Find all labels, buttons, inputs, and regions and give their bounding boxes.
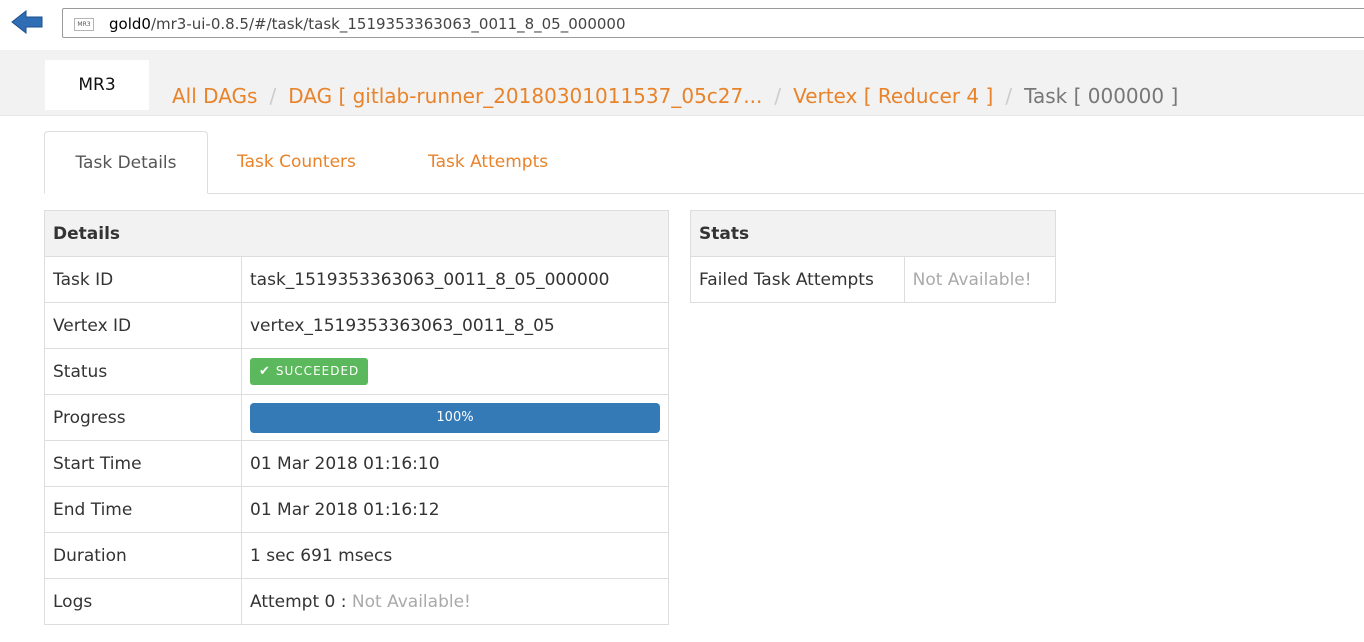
breadcrumb-separator: / — [269, 84, 277, 108]
table-row: Task ID task_1519353363063_0011_8_05_000… — [44, 256, 669, 303]
status-label: Status — [44, 348, 242, 395]
status-text: SUCCEEDED — [275, 364, 360, 378]
status-badge: ✔ SUCCEEDED — [250, 358, 369, 385]
end-time-label: End Time — [44, 486, 242, 533]
vertex-id-label: Vertex ID — [44, 302, 242, 349]
check-icon: ✔ — [259, 364, 271, 379]
tab-task-counters[interactable]: Task Counters — [237, 131, 356, 193]
breadcrumb-separator: / — [1005, 84, 1013, 108]
table-row: Duration 1 sec 691 msecs — [44, 532, 669, 579]
back-arrow-icon[interactable] — [10, 9, 44, 35]
table-row: End Time 01 Mar 2018 01:16:12 — [44, 486, 669, 533]
url-path: /mr3-ui-0.8.5/#/task/task_1519353363063_… — [150, 15, 626, 33]
url-text[interactable]: gold0/mr3-ui-0.8.5/#/task/task_151935336… — [109, 15, 626, 33]
failed-attempts-label: Failed Task Attempts — [690, 256, 905, 303]
start-time-label: Start Time — [44, 440, 242, 487]
breadcrumb-separator: / — [774, 84, 782, 108]
table-row: Progress 100% — [44, 394, 669, 441]
task-id-value: task_1519353363063_0011_8_05_000000 — [241, 256, 669, 303]
breadcrumb-task: Task [ 000000 ] — [1024, 84, 1179, 108]
breadcrumb-vertex[interactable]: Vertex [ Reducer 4 ] — [793, 84, 993, 108]
duration-value: 1 sec 691 msecs — [241, 532, 669, 579]
vertex-id-value: vertex_1519353363063_0011_8_05 — [241, 302, 669, 349]
details-heading: Details — [44, 210, 669, 257]
progress-label: Progress — [44, 394, 242, 441]
table-row: Failed Task Attempts Not Available! — [690, 256, 1057, 303]
tab-task-details[interactable]: Task Details — [44, 131, 208, 194]
start-time-value: 01 Mar 2018 01:16:10 — [241, 440, 669, 487]
stats-table: Stats Failed Task Attempts Not Available… — [690, 210, 1057, 303]
duration-label: Duration — [44, 532, 242, 579]
progress-bar: 100% — [250, 402, 660, 433]
table-row: Vertex ID vertex_1519353363063_0011_8_05 — [44, 302, 669, 349]
table-row: Start Time 01 Mar 2018 01:16:10 — [44, 440, 669, 487]
tab-task-attempts[interactable]: Task Attempts — [428, 131, 548, 193]
logs-not-available: Not Available! — [351, 591, 471, 612]
app-logo[interactable]: MR3 — [45, 60, 149, 110]
failed-attempts-value: Not Available! — [903, 256, 1057, 303]
breadcrumb-dag[interactable]: DAG [ gitlab-runner_20180301011537_05c27… — [288, 84, 762, 108]
stats-heading: Stats — [690, 210, 1056, 257]
logs-value-cell: Attempt 0 : Not Available! — [241, 578, 669, 625]
task-id-label: Task ID — [44, 256, 242, 303]
url-host: gold0 — [109, 15, 151, 33]
table-row: Status ✔ SUCCEEDED — [44, 348, 669, 395]
end-time-value: 01 Mar 2018 01:16:12 — [241, 486, 669, 533]
details-table: Details Task ID task_1519353363063_0011_… — [44, 210, 669, 625]
table-row: Logs Attempt 0 : Not Available! — [44, 578, 669, 625]
breadcrumb: All DAGs / DAG [ gitlab-runner_20180301011… — [172, 84, 1178, 108]
breadcrumb-all-dags[interactable]: All DAGs — [172, 84, 257, 108]
logs-attempt: Attempt 0 : — [250, 591, 347, 612]
favicon-icon: MR3 — [74, 18, 94, 31]
tab-divider — [44, 193, 1364, 194]
logs-label: Logs — [44, 578, 242, 625]
address-bar[interactable]: MR3 gold0/mr3-ui-0.8.5/#/task/task_15193… — [62, 8, 1364, 38]
